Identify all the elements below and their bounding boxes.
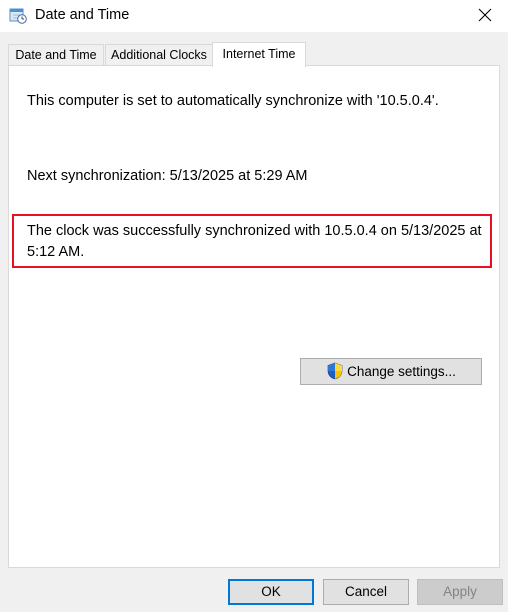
calendar-clock-icon: [9, 8, 27, 24]
ok-button[interactable]: OK: [228, 579, 314, 605]
tab-date-and-time[interactable]: Date and Time: [8, 44, 104, 65]
auto-sync-text: This computer is set to automatically sy…: [27, 93, 439, 109]
internet-time-panel: [8, 65, 500, 568]
close-icon: [478, 8, 492, 22]
cancel-button[interactable]: Cancel: [323, 579, 409, 605]
sync-status-line-1: The clock was successfully synchronized …: [27, 223, 482, 239]
apply-button[interactable]: Apply: [417, 579, 503, 605]
date-and-time-dialog: Date and Time Date and Time Additional C…: [0, 0, 508, 612]
change-settings-label: Change settings...: [347, 364, 456, 379]
close-button[interactable]: [462, 0, 508, 30]
title-bar: Date and Time: [0, 0, 508, 32]
change-settings-button[interactable]: Change settings...: [300, 358, 482, 385]
window-title: Date and Time: [35, 7, 130, 23]
next-sync-text: Next synchronization: 5/13/2025 at 5:29 …: [27, 168, 308, 184]
tab-additional-clocks[interactable]: Additional Clocks: [105, 44, 213, 65]
tab-internet-time[interactable]: Internet Time: [212, 42, 306, 67]
uac-shield-icon: [327, 362, 343, 380]
sync-status-line-2: 5:12 AM.: [27, 244, 85, 260]
